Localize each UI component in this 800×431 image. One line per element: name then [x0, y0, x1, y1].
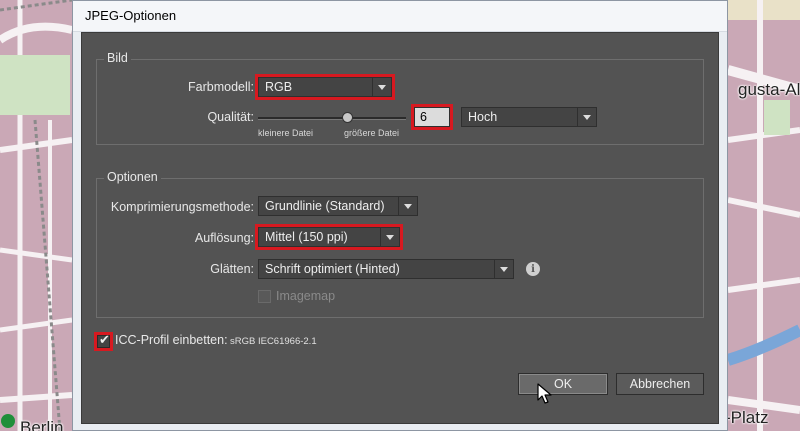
dialog-titlebar[interactable]: JPEG-Optionen	[73, 1, 727, 32]
dropdown-arrow-icon	[398, 197, 417, 215]
map-label-augusta-allee: gusta-Alle	[738, 80, 800, 99]
icc-profile-name: sRGB IEC61966-2.1	[230, 336, 317, 347]
farbmodell-dropdown[interactable]: RGB	[255, 74, 395, 100]
qualitaet-input[interactable]: 6	[411, 104, 453, 130]
dropdown-arrow-icon	[577, 108, 596, 126]
qualitaet-slider-track[interactable]	[258, 117, 406, 120]
info-icon[interactable]: i	[526, 262, 540, 276]
aufloesung-label: Auflösung:	[194, 231, 254, 245]
farbmodell-label: Farbmodell:	[188, 80, 254, 94]
slider-max-label: größere Datei	[344, 128, 400, 138]
imagemap-checkbox[interactable]	[258, 290, 271, 303]
farbmodell-value: RGB	[265, 80, 293, 94]
komprimierung-label: Komprimierungsmethode:	[110, 200, 254, 214]
qualitaet-value: 6	[420, 110, 427, 124]
komprimierung-dropdown[interactable]: Grundlinie (Standard)	[258, 196, 418, 216]
aufloesung-value: Mittel (150 ppi)	[265, 230, 348, 244]
qualitaet-preset-value: Hoch	[468, 110, 498, 124]
map-label-platz: -Platz	[725, 408, 769, 427]
glaetten-dropdown[interactable]: Schrift optimiert (Hinted)	[258, 259, 514, 279]
bild-group	[96, 59, 704, 145]
dialog-title: JPEG-Optionen	[85, 8, 177, 23]
checkmark-icon: ✔	[99, 333, 110, 348]
dropdown-arrow-icon	[494, 260, 513, 278]
jpeg-options-dialog: JPEG-Optionen Bild Farbmodell: RGB Quali…	[72, 0, 728, 431]
ok-button[interactable]: OK	[518, 373, 608, 395]
bild-group-title: Bild	[104, 51, 131, 65]
aufloesung-dropdown[interactable]: Mittel (150 ppi)	[255, 224, 403, 250]
dialog-content: Bild Farbmodell: RGB Qualität: kleinere …	[81, 32, 719, 424]
qualitaet-slider-thumb[interactable]	[341, 112, 353, 123]
glaetten-value: Schrift optimiert (Hinted)	[265, 262, 400, 276]
optionen-group-title: Optionen	[104, 170, 161, 184]
dropdown-arrow-icon	[372, 78, 391, 96]
icc-profile-checkbox[interactable]: ✔	[94, 332, 113, 351]
icc-profile-label: ICC-Profil einbetten:	[115, 333, 228, 347]
qualitaet-preset-dropdown[interactable]: Hoch	[461, 107, 597, 127]
dropdown-arrow-icon	[380, 228, 399, 246]
mouse-cursor-icon	[537, 383, 552, 404]
komprimierung-value: Grundlinie (Standard)	[265, 199, 385, 213]
imagemap-label: Imagemap	[276, 289, 336, 303]
cancel-button[interactable]: Abbrechen	[616, 373, 704, 395]
map-label-berlin: Berlin	[20, 418, 64, 431]
qualitaet-label: Qualität:	[207, 110, 254, 124]
slider-min-label: kleinere Datei	[258, 128, 314, 138]
glaetten-label: Glätten:	[210, 262, 254, 276]
